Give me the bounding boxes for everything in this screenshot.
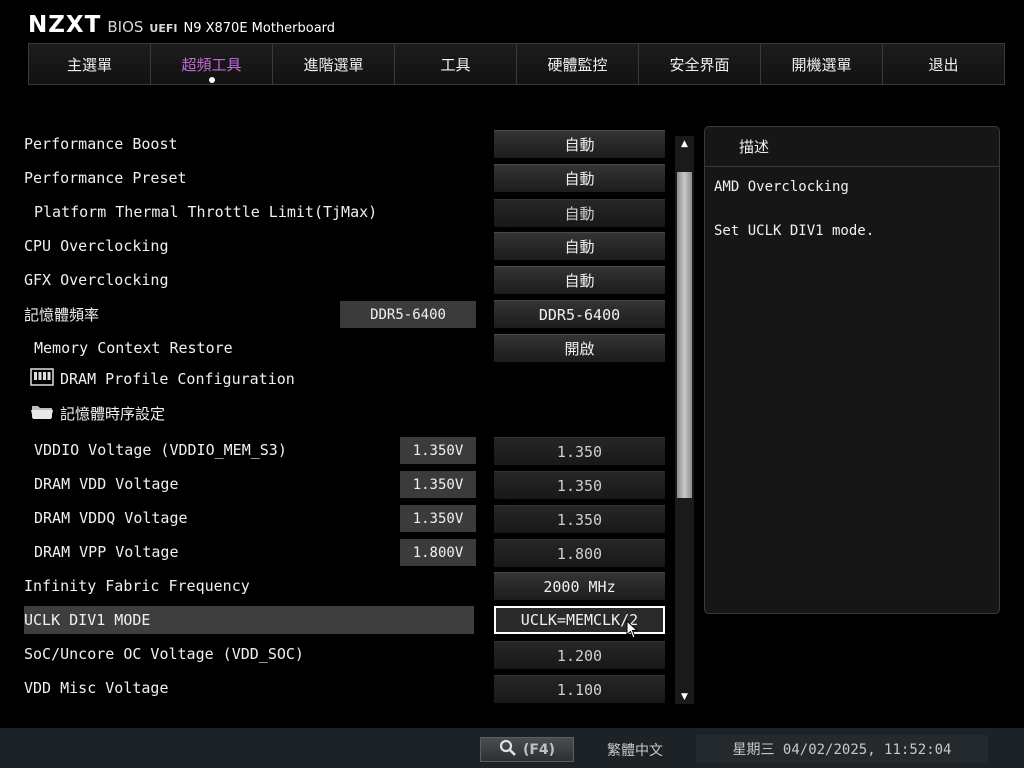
tab-exit[interactable]: 退出 [883, 44, 1004, 84]
setting-value-button[interactable]: 自動 [494, 130, 665, 158]
tab-label: 主選單 [66, 55, 112, 74]
tab-main[interactable]: 主選單 [29, 44, 151, 84]
setting-value-button[interactable]: 1.350 [494, 437, 665, 465]
setting-value-button[interactable]: 1.350 [494, 471, 665, 499]
memory-module-icon [30, 368, 54, 390]
setting-label[interactable]: VDD Misc Voltage [24, 674, 474, 702]
tab-boot[interactable]: 開機選單 [761, 44, 883, 84]
nzxt-logo: NZXT [28, 12, 102, 38]
submenu-label: DRAM Profile Configuration [60, 370, 295, 388]
language-selector[interactable]: 繁體中文 [592, 737, 678, 762]
folder-icon [30, 402, 54, 424]
current-value: 1.350V [400, 437, 476, 464]
tab-label: 工具 [440, 55, 471, 74]
mouse-pointer-icon [626, 620, 638, 639]
setting-value-button[interactable]: DDR5-6400 [494, 300, 665, 328]
uefi-label: UEFI [149, 22, 178, 35]
tab-label: 超頻工具 [181, 55, 242, 74]
setting-value-button[interactable]: 自動 [494, 199, 665, 227]
setting-label[interactable]: Performance Preset [24, 164, 474, 192]
main-tab-bar: 主選單 超頻工具 進階選單 工具 硬體監控 安全界面 開機選單 退出 [28, 43, 1005, 85]
current-value: 1.350V [400, 471, 476, 498]
current-value: 1.350V [400, 505, 476, 532]
setting-value-button[interactable]: 1.350 [494, 505, 665, 533]
setting-value-button[interactable]: 自動 [494, 232, 665, 260]
setting-label[interactable]: Infinity Fabric Frequency [24, 572, 474, 600]
setting-label[interactable]: Performance Boost [24, 130, 474, 158]
search-icon [499, 739, 517, 761]
current-value: 1.800V [400, 539, 476, 566]
setting-value-button[interactable]: 自動 [494, 266, 665, 294]
active-tab-indicator [208, 77, 215, 83]
scroll-down-arrow-icon[interactable]: ▼ [675, 689, 694, 704]
tab-label: 開機選單 [791, 55, 852, 74]
submenu-dram-profile[interactable]: DRAM Profile Configuration [24, 365, 474, 393]
tab-security[interactable]: 安全界面 [639, 44, 761, 84]
setting-label[interactable]: CPU Overclocking [24, 232, 474, 260]
setting-value-button-focused[interactable]: UCLK=MEMCLK/2 [494, 606, 665, 634]
description-line: Set UCLK DIV1 mode. [714, 223, 875, 239]
setting-label-selected[interactable]: UCLK DIV1 MODE [24, 606, 474, 634]
setting-label[interactable]: Memory Context Restore [24, 334, 474, 362]
setting-label[interactable]: GFX Overclocking [24, 266, 474, 294]
settings-scrollbar[interactable]: ▲ ▼ [675, 136, 694, 704]
description-panel: 描述 AMD Overclocking Set UCLK DIV1 mode. [704, 126, 1000, 614]
datetime-display[interactable]: 星期三 04/02/2025, 11:52:04 [696, 735, 988, 763]
tab-label: 退出 [928, 55, 959, 74]
footer-bar: (F4) 繁體中文 星期三 04/02/2025, 11:52:04 [0, 728, 1024, 768]
motherboard-model: N9 X870E Motherboard [183, 21, 336, 36]
submenu-memory-timing[interactable]: 記憶體時序設定 [24, 399, 474, 427]
setting-value-button[interactable]: 自動 [494, 164, 665, 192]
tab-hardware-monitor[interactable]: 硬體監控 [517, 44, 639, 84]
setting-value-button[interactable]: 2000 MHz [494, 572, 665, 600]
description-line: AMD Overclocking [714, 179, 849, 195]
bios-header: NZXT BIOS UEFI N9 X870E Motherboard [28, 12, 335, 42]
setting-value-button[interactable]: 1.200 [494, 641, 665, 669]
search-shortcut: (F4) [522, 741, 556, 758]
description-title: 描述 [705, 127, 999, 167]
current-value: DDR5-6400 [340, 301, 476, 328]
scrollbar-thumb[interactable] [677, 172, 692, 498]
scroll-up-arrow-icon[interactable]: ▲ [675, 136, 694, 151]
tab-tools[interactable]: 工具 [395, 44, 517, 84]
tab-label: 安全界面 [669, 55, 730, 74]
tab-label: 硬體監控 [547, 55, 608, 74]
tab-advanced[interactable]: 進階選單 [273, 44, 395, 84]
setting-label[interactable]: SoC/Uncore OC Voltage (VDD_SOC) [24, 640, 474, 668]
setting-value-button[interactable]: 開啟 [494, 334, 665, 362]
search-button[interactable]: (F4) [480, 737, 574, 762]
tab-label: 進階選單 [303, 55, 364, 74]
setting-label[interactable]: Platform Thermal Throttle Limit(TjMax) [24, 198, 474, 226]
setting-value-button[interactable]: 1.100 [494, 675, 665, 703]
tab-overclocking[interactable]: 超頻工具 [151, 44, 273, 84]
submenu-label: 記憶體時序設定 [60, 404, 166, 423]
bios-label: BIOS [107, 18, 144, 36]
setting-value-button[interactable]: 1.800 [494, 539, 665, 567]
